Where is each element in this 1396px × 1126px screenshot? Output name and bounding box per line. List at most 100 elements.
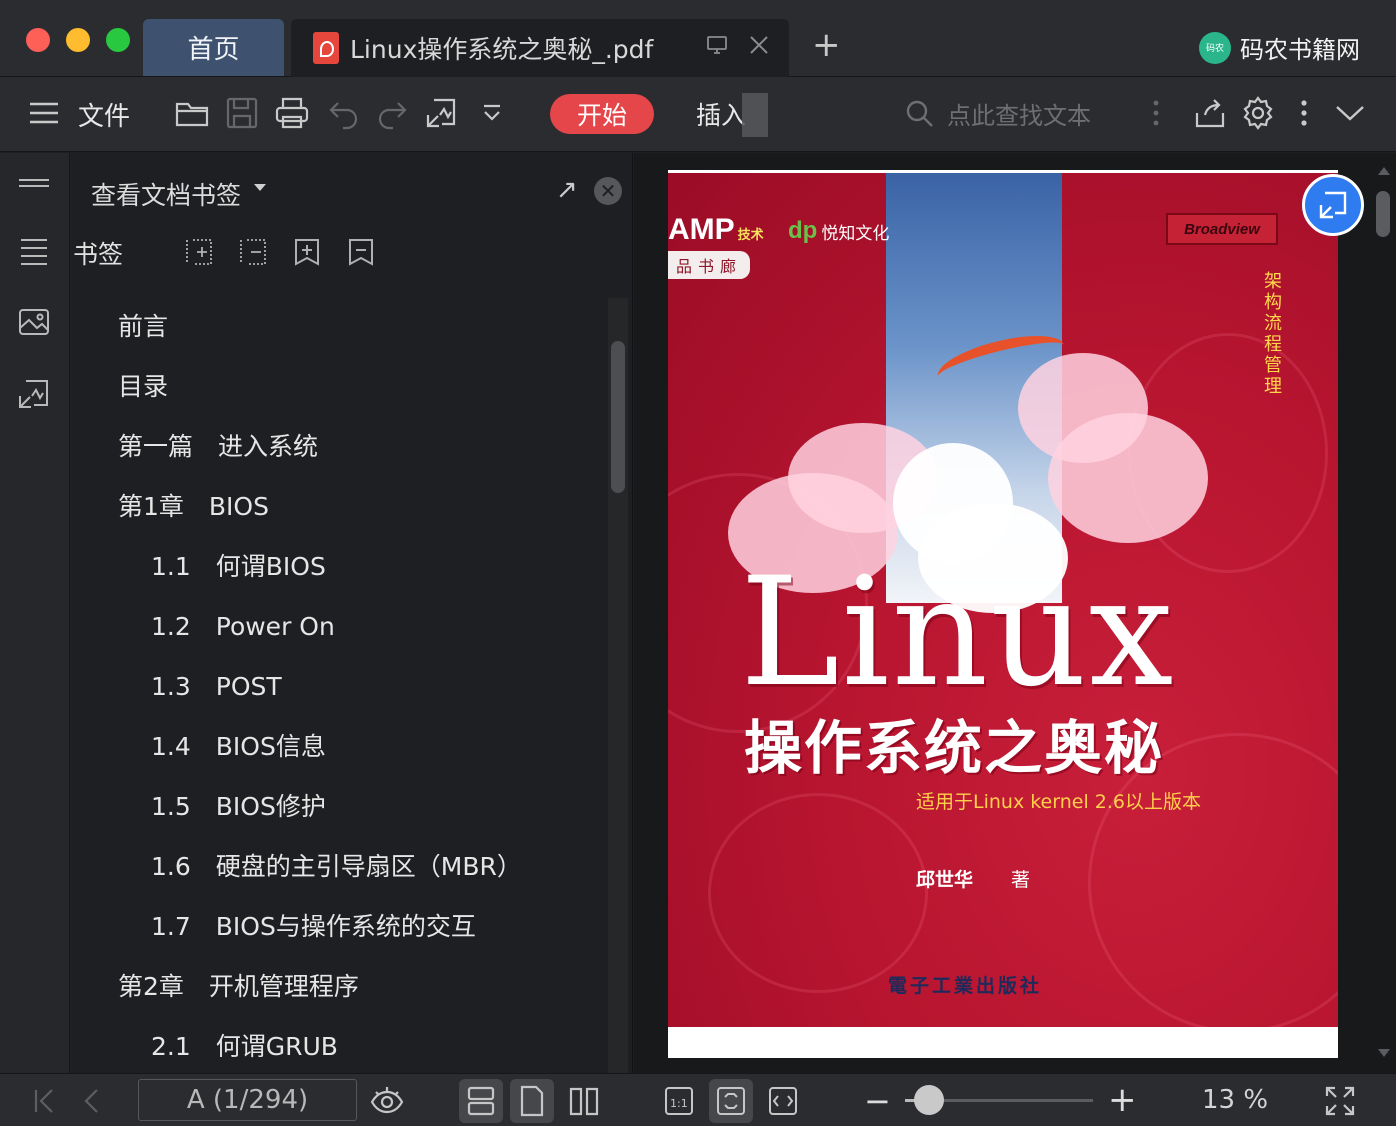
expand-all-icon[interactable] [184,237,214,267]
cover-author-name: 邱世华 [916,869,974,891]
bookmark-item[interactable]: 1.4 BIOS信息 [71,717,601,777]
tab-document[interactable]: Linux操作系统之奥秘_.pdf [291,19,789,77]
pdf-page: AMP 技术 品书廊 dp 悦知文化 Broadview 架构 流程 管理 Linu… [668,170,1338,1058]
remove-bookmark-icon[interactable] [346,237,376,267]
cover-subtitle: 操作系统之奥秘 [744,714,1165,782]
minimize-window-button[interactable] [66,28,90,52]
svg-text:1:1: 1:1 [670,1097,688,1110]
redo-icon[interactable] [374,95,410,131]
tab-scroll-right-button[interactable] [742,93,768,137]
pdf-file-icon [313,32,339,64]
bookmark-item[interactable]: 1.3 POST [71,657,601,717]
tab-home[interactable]: 首页 [143,19,284,76]
continuous-scroll-icon[interactable] [459,1079,503,1123]
close-window-button[interactable] [26,28,50,52]
bookmark-item[interactable]: 第一篇 进入系统 [71,417,601,477]
more-options-icon[interactable] [1286,95,1322,131]
cover-version-note: 适用于Linux kernel 2.6以上版本 [916,791,1201,813]
bookmark-item[interactable]: 1.5 BIOS修护 [71,777,601,837]
cover-series-label: 品书廊 [668,251,751,279]
page-number-input[interactable]: A (1/294) [138,1079,357,1121]
vertical-dots-icon[interactable] [1138,95,1174,131]
fit-width-icon[interactable] [766,1084,800,1118]
hamburger-menu-icon[interactable] [26,95,62,131]
document-scrollbar-thumb[interactable] [1376,191,1390,237]
two-page-icon[interactable] [567,1084,601,1118]
bookmark-list-icon[interactable] [17,233,51,267]
bookmark-list: 前言 目录 第一篇 进入系统 第1章 BIOS 1.1 何谓BIOS 1.2 P… [71,297,601,1077]
collapse-toolbar-icon[interactable] [1332,95,1368,131]
search-icon [906,100,933,127]
cover-author: 邱世华 著 [916,865,1030,892]
broadview-logo: Broadview [1166,213,1278,245]
print-icon[interactable] [274,95,310,131]
zoom-level[interactable]: 13 % [1202,1085,1268,1115]
publisher-logo-text: 悦知文化 [821,223,890,244]
expand-panel-icon[interactable]: ↗ [556,175,578,205]
save-icon[interactable] [224,95,260,131]
bookmark-item[interactable]: 前言 [71,297,601,357]
bookmark-item[interactable]: 1.1 何谓BIOS [71,537,601,597]
fit-page-icon[interactable] [709,1079,753,1123]
book-cover: AMP 技术 品书廊 dp 悦知文化 Broadview 架构 流程 管理 Linu… [668,173,1338,1027]
actual-size-icon[interactable]: 1:1 [662,1084,696,1118]
bookmark-item[interactable]: 1.2 Power On [71,597,601,657]
cover-title: Linux [740,546,1176,720]
new-tab-button[interactable]: + [812,28,841,62]
bookmark-item[interactable]: 1.7 BIOS与操作系统的交互 [71,897,601,957]
single-page-icon[interactable] [510,1079,554,1123]
chevron-down-icon[interactable] [254,184,266,191]
file-menu[interactable]: 文件 [78,96,130,133]
status-bar: A (1/294) 1:1 − + 13 % [0,1073,1396,1126]
export-image-icon[interactable] [17,377,51,411]
export-image-icon[interactable] [424,95,460,131]
close-tab-icon[interactable] [747,33,771,63]
pin-window-icon[interactable] [705,33,729,63]
fullscreen-icon[interactable] [1323,1084,1357,1118]
cover-amp-logo: AMP 技术 [668,213,764,247]
bookmark-item[interactable]: 第1章 BIOS [71,477,601,537]
bookmark-section-label: 书签 [73,240,124,269]
previous-page-icon[interactable] [76,1084,110,1118]
bookmark-item[interactable]: 1.6 硬盘的主引导扇区（MBR） [71,837,601,897]
start-tab-button[interactable]: 开始 [550,94,654,134]
zoom-out-button[interactable]: − [864,1082,891,1120]
zoom-window-button[interactable] [106,28,130,52]
share-icon[interactable] [1192,95,1228,131]
panel-scrollbar-thumb[interactable] [611,341,625,493]
bookmark-item[interactable]: 目录 [71,357,601,417]
close-panel-icon[interactable]: ✕ [594,177,622,205]
read-mode-eye-icon[interactable] [370,1084,404,1118]
document-viewport[interactable]: AMP 技术 品书廊 dp 悦知文化 Broadview 架构 流程 管理 Linu… [634,153,1396,1073]
toolbar: 文件 开始 插入 点此查找文本 [0,77,1396,152]
document-scrollbar[interactable] [1374,165,1392,1065]
scroll-down-arrow-icon[interactable] [1378,1049,1390,1057]
collapse-all-icon[interactable] [238,237,268,267]
scroll-up-arrow-icon[interactable] [1378,167,1390,175]
zoom-in-button[interactable]: + [1108,1080,1137,1120]
undo-icon[interactable] [326,95,362,131]
panel-title[interactable]: 查看文档书签 [91,176,241,212]
thumbnail-image-icon[interactable] [17,305,51,339]
tab-home-label: 首页 [187,35,240,65]
search-placeholder: 点此查找文本 [947,102,1091,130]
bookmark-item[interactable]: 第2章 开机管理程序 [71,957,601,1017]
cover-press: 電子工業出版社 [888,975,1043,997]
search-box[interactable]: 点此查找文本 [905,96,1091,131]
bookmark-item[interactable]: 2.1 何谓GRUB [71,1017,601,1077]
brand[interactable]: 码农 码农书籍网 [1199,30,1360,65]
zoom-slider-handle[interactable] [914,1085,945,1115]
more-dropdown-icon[interactable] [474,95,510,131]
open-folder-icon[interactable] [174,95,210,131]
settings-gear-icon[interactable] [1240,95,1276,131]
first-page-icon[interactable] [28,1084,62,1118]
bookmark-panel: 查看文档书签 ↗ ✕ 书签 前言 目录 第一篇 进入系统 第1章 BIOS 1.… [71,153,633,1073]
tab-document-label: Linux操作系统之奥秘_.pdf [350,35,654,64]
convert-document-icon [1319,191,1347,219]
cover-side-text: 架构 流程 管理 [1264,271,1282,397]
floating-convert-button[interactable] [1302,174,1364,236]
collapse-panel-icon[interactable] [17,167,51,201]
cover-author-role: 著 [1011,869,1031,891]
add-bookmark-icon[interactable] [292,237,322,267]
cover-amp-text: AMP [668,213,735,246]
